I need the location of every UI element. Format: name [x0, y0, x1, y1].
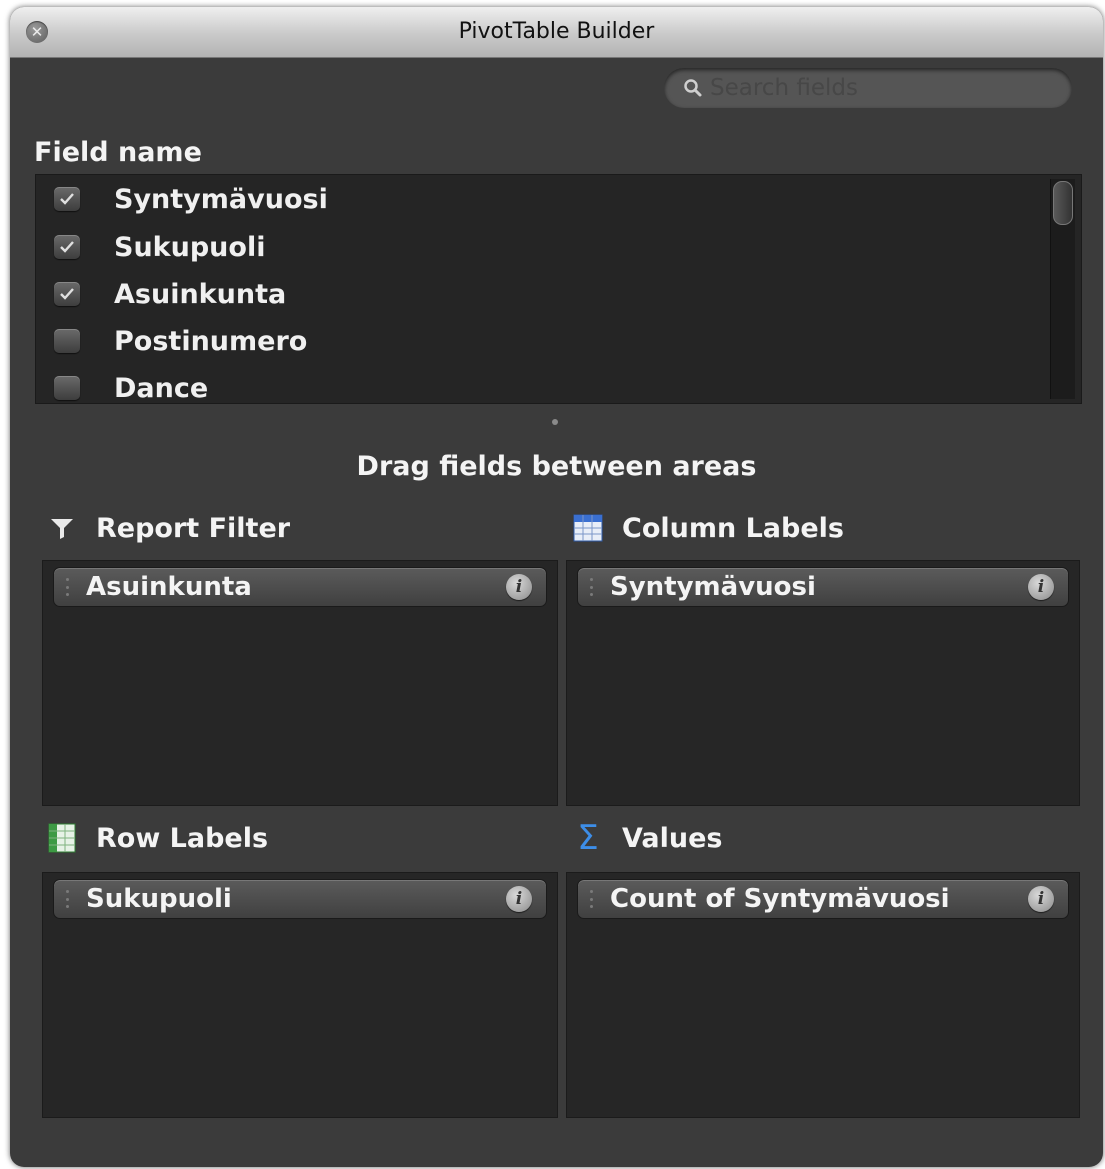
pill-label: Sukupuoli — [86, 884, 232, 914]
column-labels-icon — [572, 512, 604, 544]
field-label: Asuinkunta — [114, 278, 287, 310]
values-heading: Σ Values — [572, 818, 723, 858]
field-list[interactable]: Syntymävuosi Sukupuoli Asuinkunta Postin… — [35, 174, 1082, 404]
field-checkbox[interactable] — [54, 235, 80, 259]
field-label: Sukupuoli — [114, 231, 266, 263]
scrollbar-thumb[interactable] — [1053, 181, 1073, 225]
info-icon[interactable]: i — [506, 886, 532, 912]
report-filter-heading: Report Filter — [46, 512, 290, 544]
search-icon — [684, 79, 702, 97]
field-label: Syntymävuosi — [114, 183, 328, 215]
checkmark-icon — [60, 241, 74, 253]
row-labels-field-pill[interactable]: Sukupuoli i — [53, 879, 547, 919]
field-list-scrollbar[interactable] — [1050, 179, 1075, 399]
row-labels-label: Row Labels — [96, 822, 269, 854]
report-filter-field-pill[interactable]: Asuinkunta i — [53, 567, 547, 607]
info-icon[interactable]: i — [506, 574, 532, 600]
values-area[interactable]: Count of Syntymävuosi i — [566, 872, 1080, 1118]
field-checkbox[interactable] — [54, 329, 80, 353]
row-labels-area[interactable]: Sukupuoli i — [42, 872, 558, 1118]
info-icon[interactable]: i — [1028, 574, 1054, 600]
field-label: Dance — [114, 372, 209, 404]
checkmark-icon — [60, 193, 74, 205]
checkmark-icon — [60, 288, 74, 300]
field-label: Postinumero — [114, 325, 308, 357]
drag-handle-icon[interactable] — [62, 578, 72, 596]
field-item-syntymavuosi[interactable]: Syntymävuosi — [36, 177, 328, 221]
splitter-handle[interactable] — [552, 419, 558, 425]
field-checkbox[interactable] — [54, 187, 80, 211]
sigma-icon: Σ — [577, 818, 599, 858]
search-input[interactable] — [708, 74, 1042, 102]
field-name-heading: Field name — [34, 137, 202, 168]
row-labels-heading: Row Labels — [46, 822, 268, 854]
drag-handle-icon[interactable] — [586, 578, 596, 596]
window-title: PivotTable Builder — [458, 19, 655, 44]
pivottable-builder-window: ✕ PivotTable Builder Field name Syntymäv… — [10, 7, 1103, 1167]
drag-fields-heading: Drag fields between areas — [356, 451, 757, 482]
field-item-postinumero[interactable]: Postinumero — [36, 319, 307, 363]
search-field[interactable] — [664, 68, 1072, 108]
row-labels-icon — [46, 822, 78, 854]
field-checkbox[interactable] — [54, 376, 80, 400]
pill-label: Asuinkunta — [86, 572, 252, 602]
field-checkbox[interactable] — [54, 282, 80, 306]
filter-icon — [46, 512, 78, 544]
title-bar[interactable]: ✕ PivotTable Builder — [10, 7, 1103, 58]
column-labels-field-pill[interactable]: Syntymävuosi i — [577, 567, 1069, 607]
field-item-dance[interactable]: Dance — [36, 366, 209, 404]
report-filter-label: Report Filter — [96, 512, 291, 544]
field-item-asuinkunta[interactable]: Asuinkunta — [36, 272, 286, 316]
drag-handle-icon[interactable] — [586, 890, 596, 908]
column-labels-area[interactable]: Syntymävuosi i — [566, 560, 1080, 806]
column-labels-heading: Column Labels — [572, 512, 844, 544]
report-filter-area[interactable]: Asuinkunta i — [42, 560, 558, 806]
pill-label: Syntymävuosi — [610, 572, 816, 602]
field-item-sukupuoli[interactable]: Sukupuoli — [36, 225, 265, 269]
pill-label: Count of Syntymävuosi — [610, 884, 950, 914]
column-labels-label: Column Labels — [622, 512, 844, 544]
values-label: Values — [622, 822, 723, 854]
drag-handle-icon[interactable] — [62, 890, 72, 908]
info-icon[interactable]: i — [1028, 886, 1054, 912]
values-field-pill[interactable]: Count of Syntymävuosi i — [577, 879, 1069, 919]
